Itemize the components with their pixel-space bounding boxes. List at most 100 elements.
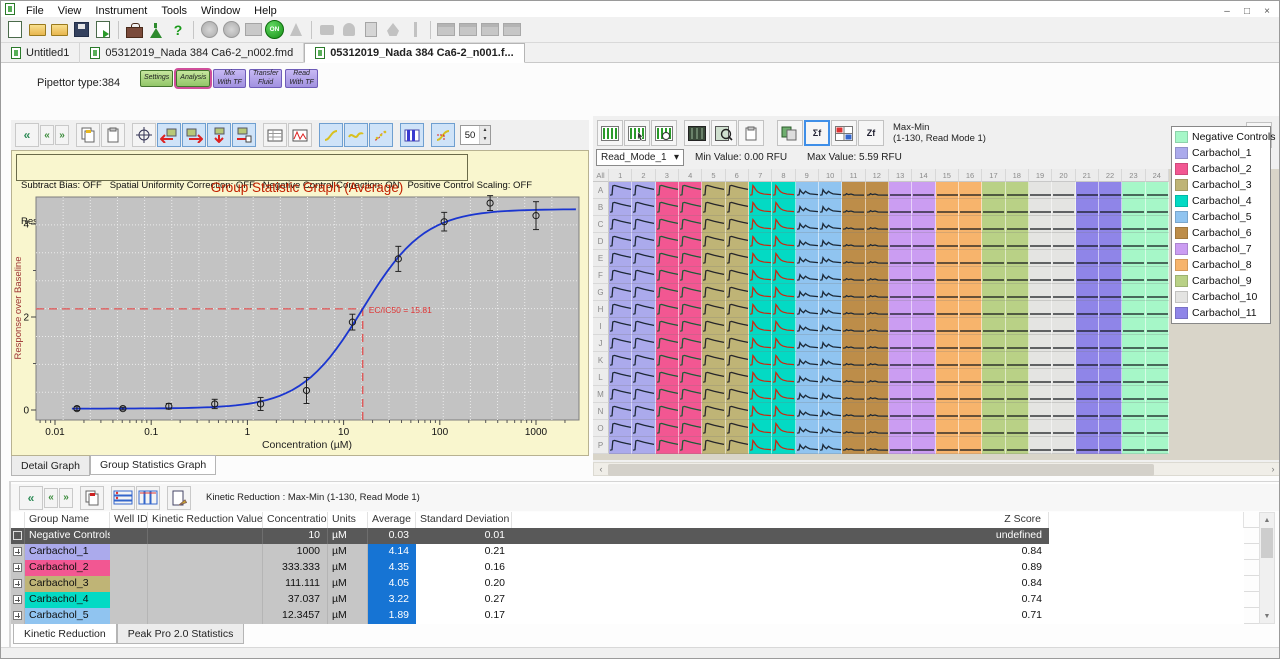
well-O6[interactable] <box>726 420 749 437</box>
select-wells-left-icon[interactable] <box>157 123 181 147</box>
legend-item[interactable]: Carbachol_7 <box>1175 241 1270 257</box>
well-K18[interactable] <box>1006 352 1029 369</box>
plate-stack-icon-4[interactable] <box>502 20 522 40</box>
plate-column-header-3[interactable]: 3 <box>656 169 679 182</box>
column-header-concentration[interactable]: Concentration <box>263 512 328 528</box>
well-A1[interactable] <box>609 182 632 199</box>
well-N11[interactable] <box>842 403 865 420</box>
well-P4[interactable] <box>679 437 702 454</box>
row-expand-toggle[interactable] <box>11 528 25 544</box>
well-L3[interactable] <box>656 369 679 386</box>
trace-view-icon[interactable] <box>288 123 312 147</box>
well-N16[interactable] <box>959 403 982 420</box>
wash-tips-icon[interactable] <box>383 20 403 40</box>
document-tab-2[interactable]: 05312019_Nada 384 Ca6-2_n002.fmd <box>80 43 304 63</box>
well-D6[interactable] <box>726 233 749 250</box>
well-F9[interactable] <box>796 267 819 284</box>
well-O17[interactable] <box>982 420 1005 437</box>
operator-icon[interactable] <box>339 20 359 40</box>
well-E2[interactable] <box>632 250 655 267</box>
well-J16[interactable] <box>959 335 982 352</box>
well-J9[interactable] <box>796 335 819 352</box>
well-A8[interactable] <box>772 182 795 199</box>
well-N14[interactable] <box>912 403 935 420</box>
well-B14[interactable] <box>912 199 935 216</box>
well-L8[interactable] <box>772 369 795 386</box>
well-N9[interactable] <box>796 403 819 420</box>
well-C23[interactable] <box>1122 216 1145 233</box>
well-C14[interactable] <box>912 216 935 233</box>
well-P17[interactable] <box>982 437 1005 454</box>
export-file-icon[interactable] <box>93 20 113 40</box>
expand-plus-icon[interactable] <box>13 611 22 620</box>
well-P15[interactable] <box>936 437 959 454</box>
scroll-right-icon[interactable]: › <box>1266 463 1280 475</box>
well-C24[interactable] <box>1146 216 1169 233</box>
well-B1[interactable] <box>609 199 632 216</box>
well-O10[interactable] <box>819 420 842 437</box>
well-M14[interactable] <box>912 386 935 403</box>
legend-item[interactable]: Carbachol_4 <box>1175 193 1270 209</box>
copy-graph-icon[interactable] <box>76 123 100 147</box>
well-P10[interactable] <box>819 437 842 454</box>
scrollbar-thumb[interactable] <box>608 464 1154 476</box>
well-N15[interactable] <box>936 403 959 420</box>
stop-button-icon[interactable] <box>199 20 219 40</box>
well-P5[interactable] <box>702 437 725 454</box>
well-L11[interactable] <box>842 369 865 386</box>
well-F22[interactable] <box>1099 267 1122 284</box>
well-F1[interactable] <box>609 267 632 284</box>
well-E17[interactable] <box>982 250 1005 267</box>
well-E14[interactable] <box>912 250 935 267</box>
well-E6[interactable] <box>726 250 749 267</box>
well-P12[interactable] <box>866 437 889 454</box>
well-G23[interactable] <box>1122 284 1145 301</box>
well-F6[interactable] <box>726 267 749 284</box>
well-O1[interactable] <box>609 420 632 437</box>
expand-plus-icon[interactable] <box>13 563 22 572</box>
well-P18[interactable] <box>1006 437 1029 454</box>
plate-column-header-6[interactable]: 6 <box>726 169 749 182</box>
plate-row-header-E[interactable]: E <box>593 250 609 267</box>
expand-plus-icon[interactable] <box>13 547 22 556</box>
plate-horizontal-scrollbar[interactable]: ‹ › <box>593 462 1280 476</box>
well-H17[interactable] <box>982 301 1005 318</box>
plate-column-header-18[interactable]: 18 <box>1006 169 1029 182</box>
well-K14[interactable] <box>912 352 935 369</box>
well-K23[interactable] <box>1122 352 1145 369</box>
well-L20[interactable] <box>1052 369 1075 386</box>
export-table-icon[interactable] <box>167 486 191 510</box>
well-G15[interactable] <box>936 284 959 301</box>
group-layout-icon[interactable] <box>111 486 135 510</box>
tab-peak-pro-2-0-statistics[interactable]: Peak Pro 2.0 Statistics <box>117 624 245 644</box>
well-N10[interactable] <box>819 403 842 420</box>
well-E18[interactable] <box>1006 250 1029 267</box>
well-L22[interactable] <box>1099 369 1122 386</box>
well-O9[interactable] <box>796 420 819 437</box>
status-card-icon[interactable] <box>361 20 381 40</box>
legend-item[interactable]: Carbachol_2 <box>1175 161 1270 177</box>
plate-stack-icon-3[interactable] <box>480 20 500 40</box>
well-I16[interactable] <box>959 318 982 335</box>
well-B16[interactable] <box>959 199 982 216</box>
well-F15[interactable] <box>936 267 959 284</box>
well-F23[interactable] <box>1122 267 1145 284</box>
scrollbar-thumb[interactable] <box>1261 528 1273 558</box>
well-N19[interactable] <box>1029 403 1052 420</box>
plate-column-header-9[interactable]: 9 <box>796 169 819 182</box>
paste-graph-icon[interactable] <box>101 123 125 147</box>
well-F8[interactable] <box>772 267 795 284</box>
well-I1[interactable] <box>609 318 632 335</box>
well-A4[interactable] <box>679 182 702 199</box>
well-J6[interactable] <box>726 335 749 352</box>
well-G9[interactable] <box>796 284 819 301</box>
import-file-icon[interactable] <box>49 20 69 40</box>
zscore-fx-icon[interactable]: Zf <box>858 120 884 146</box>
well-B21[interactable] <box>1076 199 1099 216</box>
well-P11[interactable] <box>842 437 865 454</box>
well-H20[interactable] <box>1052 301 1075 318</box>
table-row-carbachol-3[interactable]: Carbachol_3111.111µM4.050.200.84 <box>11 576 1259 592</box>
plate-row-header-N[interactable]: N <box>593 403 609 420</box>
well-F10[interactable] <box>819 267 842 284</box>
scroll-down-icon[interactable]: ▼ <box>1260 609 1274 623</box>
